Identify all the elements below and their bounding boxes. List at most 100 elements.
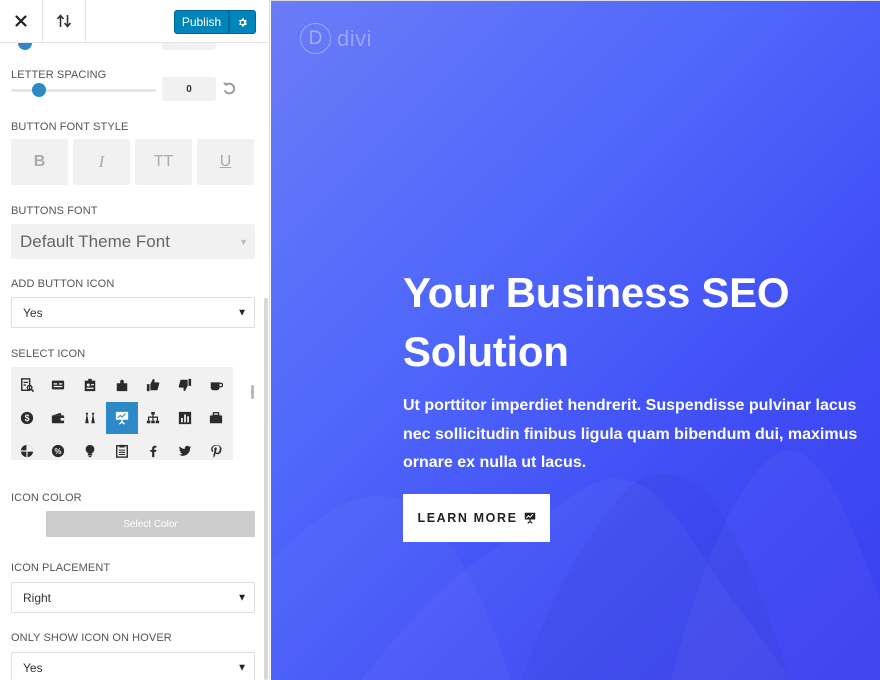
previous-slider-thumb[interactable] bbox=[18, 43, 32, 50]
add-button-icon-label: ADD BUTTON ICON bbox=[11, 278, 115, 290]
select-icon-label: SELECT ICON bbox=[11, 348, 86, 360]
publish-group: Publish bbox=[174, 10, 256, 34]
reset-icon[interactable] bbox=[222, 81, 237, 96]
icon-option-twitter[interactable] bbox=[169, 435, 201, 460]
icon-option-thumbs-up[interactable] bbox=[137, 369, 169, 401]
only-show-icon-on-hover-value: Yes bbox=[23, 660, 43, 675]
icon-placement-label: ICON PLACEMENT bbox=[11, 562, 111, 574]
underline-style-button[interactable]: U bbox=[197, 139, 254, 185]
tie-icon bbox=[85, 412, 95, 424]
shield-icon bbox=[20, 444, 34, 458]
thumbs-up-icon bbox=[146, 378, 160, 392]
lightbulb-icon bbox=[85, 444, 95, 458]
icon-option-sitemap[interactable] bbox=[137, 402, 169, 434]
twitter-icon bbox=[178, 445, 192, 456]
icon-option-bar-chart[interactable] bbox=[169, 402, 201, 434]
chevron-down-icon: ▼ bbox=[237, 307, 247, 318]
icon-option-presentation[interactable] bbox=[106, 402, 138, 434]
pinterest-icon bbox=[211, 444, 222, 458]
customizer-toolbar: Publish bbox=[0, 0, 269, 43]
icon-placement-value: Right bbox=[23, 590, 52, 605]
icon-picker-grid: $% bbox=[11, 367, 233, 460]
learn-more-button[interactable]: LEARN MORE bbox=[403, 494, 550, 542]
icon-option-clipboard[interactable] bbox=[106, 435, 138, 460]
previous-number-box[interactable] bbox=[162, 43, 216, 50]
clipboard-icon bbox=[116, 444, 128, 458]
icon-option-facebook[interactable] bbox=[137, 435, 169, 460]
site-preview: D divi Your Business SEO Solution Ut por… bbox=[271, 0, 880, 680]
button-font-style-label: BUTTON FONT STYLE bbox=[11, 121, 129, 133]
puzzle-icon bbox=[116, 379, 128, 392]
uppercase-style-button[interactable]: TT bbox=[135, 139, 192, 185]
buttons-font-select[interactable]: Default Theme Font ▼ bbox=[11, 224, 255, 259]
only-show-icon-on-hover-select[interactable]: Yes ▼ bbox=[11, 652, 255, 680]
divi-logo[interactable]: D divi bbox=[300, 23, 372, 54]
letter-spacing-slider-thumb[interactable] bbox=[32, 83, 46, 97]
logo-text: divi bbox=[337, 25, 373, 51]
gear-icon bbox=[238, 17, 247, 27]
hero-title: Your Business SEO Solution bbox=[403, 269, 790, 375]
icon-option-wallet[interactable] bbox=[42, 402, 74, 434]
chevron-down-icon: ▼ bbox=[239, 236, 248, 247]
sitemap-icon bbox=[146, 411, 160, 424]
hero-text: Ut porttitor imperdiet hendrerit. Suspen… bbox=[403, 397, 858, 471]
icon-option-shield[interactable] bbox=[11, 435, 43, 460]
icon-option-search-document[interactable] bbox=[11, 369, 43, 401]
publish-button[interactable]: Publish bbox=[174, 10, 229, 34]
customizer-panel: Publish LETTER SPACING 0 BUTTON FONT STY… bbox=[0, 0, 270, 680]
italic-style-text: I bbox=[98, 152, 105, 171]
icon-option-tie[interactable] bbox=[74, 402, 106, 434]
icon-option-thumbs-down[interactable] bbox=[169, 369, 201, 401]
icon-option-briefcase[interactable] bbox=[200, 402, 232, 434]
icon-option-id-card[interactable] bbox=[42, 369, 74, 401]
briefcase-icon bbox=[209, 412, 223, 424]
bar-chart-icon bbox=[178, 411, 192, 425]
thumbs-down-icon bbox=[178, 378, 192, 392]
facebook-icon bbox=[150, 445, 157, 458]
bold-style-button[interactable]: B bbox=[11, 139, 68, 185]
close-button[interactable] bbox=[0, 0, 43, 42]
wallet-icon bbox=[51, 412, 65, 424]
icon-option-dollar-coin[interactable]: $ bbox=[11, 402, 43, 434]
buttons-font-value: Default Theme Font bbox=[20, 231, 170, 251]
contact-card-icon bbox=[84, 378, 96, 392]
chevron-down-icon: ▼ bbox=[237, 592, 247, 603]
icon-option-percent[interactable]: % bbox=[42, 435, 74, 460]
bold-style-text: B bbox=[33, 153, 46, 170]
icon-option-contact-card[interactable] bbox=[74, 369, 106, 401]
controls-scroll-area: LETTER SPACING 0 BUTTON FONT STYLE B I T… bbox=[0, 43, 262, 680]
search-document-icon bbox=[21, 378, 34, 392]
italic-style-button[interactable]: I bbox=[73, 139, 130, 185]
learn-more-label: LEARN MORE bbox=[417, 511, 518, 525]
publish-settings-button[interactable] bbox=[229, 10, 256, 34]
underline-style-text: U bbox=[219, 153, 232, 170]
icon-grid-scrollbar[interactable] bbox=[251, 385, 254, 399]
icon-placement-select[interactable]: Right ▼ bbox=[11, 582, 255, 613]
letter-spacing-input[interactable]: 0 bbox=[162, 77, 216, 101]
logo-mark: D bbox=[300, 23, 331, 54]
dollar-coin-icon: $ bbox=[20, 411, 34, 425]
chevron-down-icon: ▼ bbox=[237, 662, 247, 673]
reorder-button[interactable] bbox=[43, 0, 86, 42]
icon-option-puzzle[interactable] bbox=[106, 369, 138, 401]
add-button-icon-value: Yes bbox=[23, 305, 43, 320]
id-card-icon bbox=[51, 380, 65, 390]
icon-option-lightbulb[interactable] bbox=[74, 435, 106, 460]
letter-spacing-label: LETTER SPACING bbox=[11, 69, 107, 81]
icon-color-label: ICON COLOR bbox=[11, 492, 82, 504]
only-show-icon-on-hover-label: ONLY SHOW ICON ON HOVER bbox=[11, 632, 172, 644]
add-button-icon-select[interactable]: Yes ▼ bbox=[11, 297, 255, 328]
icon-option-pinterest[interactable] bbox=[200, 435, 232, 460]
panel-scrollbar[interactable] bbox=[264, 298, 268, 680]
icon-option-coffee-cup[interactable] bbox=[200, 369, 232, 401]
svg-text:%: % bbox=[55, 447, 62, 456]
svg-text:$: $ bbox=[25, 413, 30, 423]
buttons-font-label: BUTTONS FONT bbox=[11, 205, 98, 217]
close-icon bbox=[15, 15, 27, 27]
select-color-button[interactable]: Select Color bbox=[46, 511, 255, 537]
percent-icon: % bbox=[51, 444, 65, 458]
coffee-cup-icon bbox=[210, 382, 223, 391]
reorder-arrows-icon bbox=[56, 14, 72, 28]
uppercase-style-text: TT bbox=[153, 153, 174, 170]
presentation-icon bbox=[115, 411, 129, 425]
